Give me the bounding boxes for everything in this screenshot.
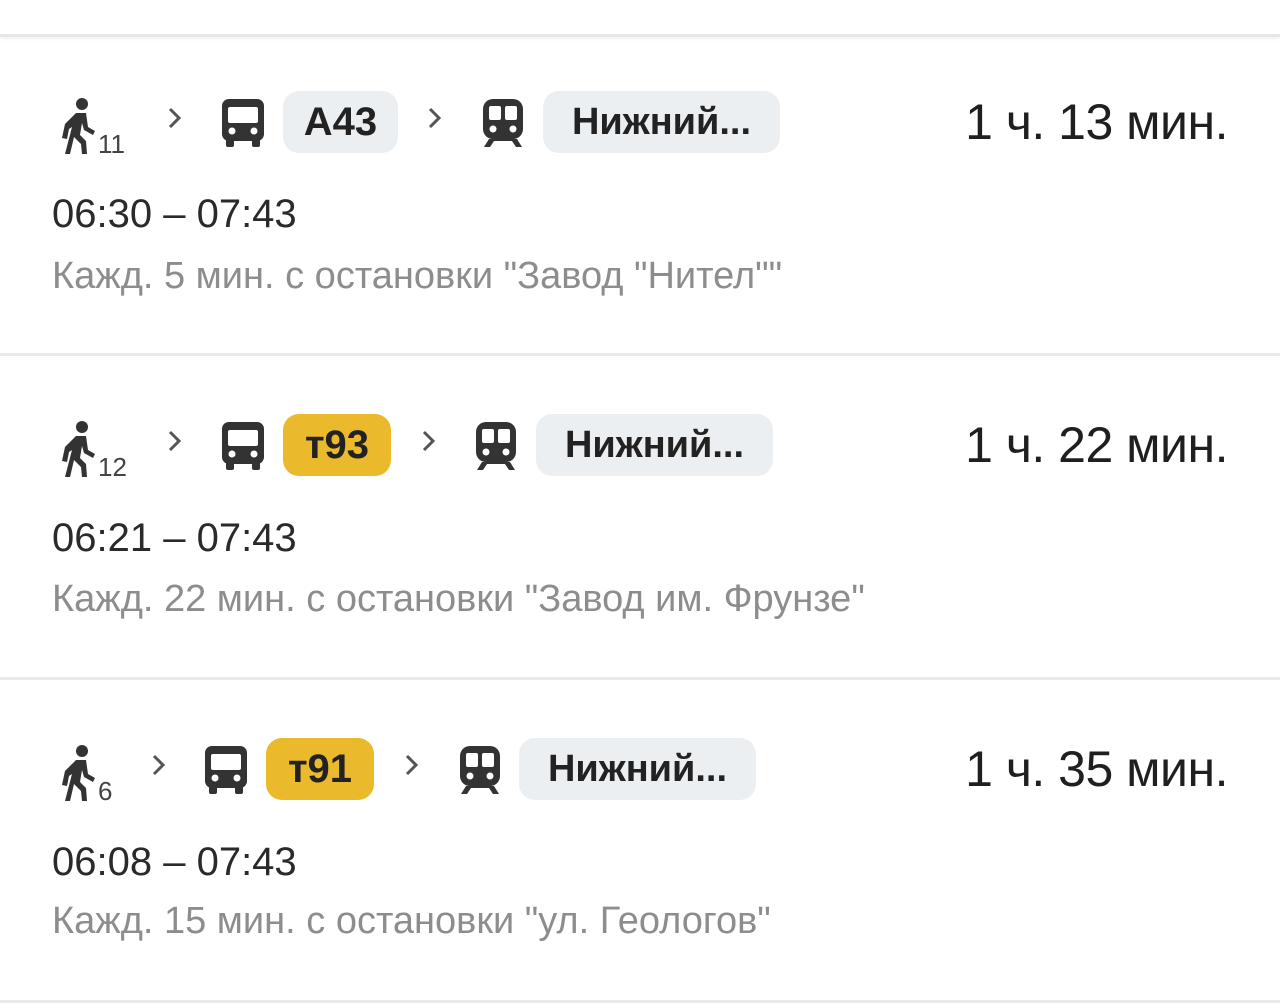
chevron-right-icon — [166, 103, 184, 133]
chevron-right-icon — [150, 750, 168, 780]
route-card[interactable]: 6 т91 Нижний... 1 ч. 35 мин. 06:08 – 07:… — [0, 680, 1280, 998]
walk-minutes: 6 — [98, 776, 113, 806]
train-station-badge[interactable]: Нижний... — [536, 414, 773, 476]
bus-icon — [220, 97, 266, 149]
time-range: 06:30 – 07:43 — [52, 192, 297, 236]
chevron-right-icon — [166, 426, 184, 456]
bus-route-badge[interactable]: т91 — [266, 738, 374, 800]
chevron-right-icon — [420, 426, 438, 456]
walk-segment: 12 — [60, 420, 127, 482]
bus-icon — [203, 744, 249, 796]
frequency-info: Кажд. 5 мин. с остановки "Завод "Нител"" — [52, 255, 783, 297]
route-duration: 1 ч. 13 мин. — [965, 94, 1228, 150]
bus-route-badge[interactable]: А43 — [283, 91, 398, 153]
route-duration: 1 ч. 22 мин. — [965, 417, 1228, 473]
bus-icon — [220, 420, 266, 472]
time-range: 06:21 – 07:43 — [52, 516, 297, 560]
frequency-info: Кажд. 22 мин. с остановки "Завод им. Фру… — [52, 578, 865, 620]
train-station-badge[interactable]: Нижний... — [519, 738, 756, 800]
walk-segment: 11 — [60, 97, 125, 159]
train-icon — [480, 97, 526, 149]
route-card[interactable]: 12 т93 Нижний... 1 ч. 22 мин. 06:21 – 07… — [0, 356, 1280, 674]
top-edge — [0, 0, 1280, 37]
walk-icon — [62, 98, 95, 154]
route-card[interactable]: 11 А43 Нижний... 1 ч. 13 мин. 06:30 – 07… — [0, 37, 1280, 355]
frequency-info: Кажд. 15 мин. с остановки "ул. Геологов" — [52, 900, 771, 942]
routes-screen: 11 А43 Нижний... 1 ч. 13 мин. 06:30 – 07… — [0, 0, 1280, 1003]
chevron-right-icon — [403, 750, 421, 780]
chevron-right-icon — [426, 103, 444, 133]
walk-segment: 6 — [60, 744, 112, 806]
train-station-badge[interactable]: Нижний... — [543, 91, 780, 153]
train-icon — [473, 420, 519, 472]
walk-icon — [62, 745, 95, 801]
bus-route-badge[interactable]: т93 — [283, 414, 391, 476]
route-duration: 1 ч. 35 мин. — [965, 741, 1228, 797]
time-range: 06:08 – 07:43 — [52, 840, 297, 884]
walk-icon — [62, 421, 95, 477]
walk-minutes: 11 — [98, 129, 125, 159]
train-icon — [457, 744, 503, 796]
walk-minutes: 12 — [98, 452, 127, 482]
